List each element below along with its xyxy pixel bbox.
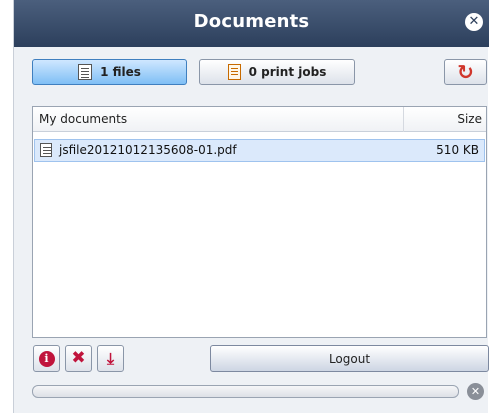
list-header: My documents Size xyxy=(33,107,486,132)
column-header-size[interactable]: Size xyxy=(457,112,482,126)
refresh-icon: ↻ xyxy=(457,60,474,84)
progress-bar xyxy=(32,385,459,398)
refresh-button[interactable]: ↻ xyxy=(444,59,487,85)
delete-icon: ✖ xyxy=(71,348,86,368)
info-icon: i xyxy=(38,350,55,367)
logout-label: Logout xyxy=(328,351,371,366)
info-button[interactable]: i xyxy=(33,345,60,372)
delete-button[interactable]: ✖ xyxy=(65,345,92,372)
document-icon xyxy=(40,143,52,157)
cancel-icon[interactable]: ✕ xyxy=(467,383,484,400)
column-divider xyxy=(403,107,404,132)
list-item[interactable]: jsfile20121012135608-01.pdf 510 KB xyxy=(34,139,485,162)
files-tab-label: 1 files xyxy=(100,65,141,79)
print-jobs-tab-button[interactable]: 0 print jobs xyxy=(199,59,355,85)
window-title: Documents xyxy=(193,11,310,32)
title-bar: Documents ✕ xyxy=(14,0,489,47)
logout-button[interactable]: Logout xyxy=(210,345,489,372)
file-size: 510 KB xyxy=(436,143,479,157)
close-icon[interactable]: ✕ xyxy=(465,13,483,31)
print-job-icon xyxy=(227,64,241,80)
print-jobs-tab-label: 0 print jobs xyxy=(248,65,327,79)
document-icon xyxy=(78,64,93,80)
file-name: jsfile20121012135608-01.pdf xyxy=(59,143,237,157)
download-button[interactable]: ⤓ xyxy=(97,345,124,372)
files-tab-button[interactable]: 1 files xyxy=(32,59,187,85)
documents-window: Documents ✕ 1 files 0 print jobs ↻ My do… xyxy=(13,0,489,413)
download-icon: ⤓ xyxy=(106,348,115,368)
column-header-name[interactable]: My documents xyxy=(39,112,127,126)
documents-list: My documents Size jsfile20121012135608-0… xyxy=(32,106,487,338)
